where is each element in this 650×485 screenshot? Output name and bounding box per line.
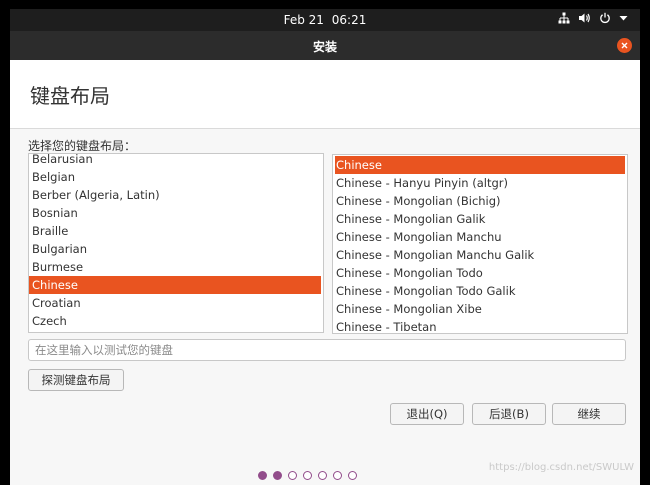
page-header: 键盘布局 [10, 60, 640, 129]
quit-button[interactable]: 退出(Q) [390, 403, 464, 425]
variant-list-item[interactable]: Chinese - Mongolian Manchu [333, 228, 627, 246]
layout-list-item[interactable]: Braille [29, 222, 323, 240]
dropdown-arrow-icon[interactable] [619, 12, 628, 24]
progress-dot [258, 471, 267, 480]
variant-list-item[interactable]: Chinese - Mongolian Xibe [333, 300, 627, 318]
layout-list-item[interactable]: Czech [29, 312, 323, 330]
keyboard-layout-items: Belarusian Belgian Berber (Algeria, Latin)… [29, 154, 323, 330]
back-button[interactable]: 后退(B) [472, 403, 546, 425]
page-title: 键盘布局 [30, 84, 110, 108]
keyboard-layout-list[interactable]: Belarusian Belgian Berber (Algeria, Latin)… [28, 153, 324, 333]
system-tray[interactable] [558, 12, 628, 24]
keyboard-variant-items: Chinese Chinese - Hanyu Pinyin (altgr) Chi… [333, 156, 627, 333]
watermark: https://blog.csdn.net/SWULW [488, 462, 634, 473]
clock[interactable]: Feb 21 06:21 [10, 13, 640, 27]
progress-dot [348, 471, 357, 480]
progress-dot [318, 471, 327, 480]
layout-list-item[interactable]: Berber (Algeria, Latin) [29, 186, 323, 204]
installer-content: 键盘布局 选择您的键盘布局： Belarusian Belgian Berber (… [10, 60, 640, 485]
layout-list-item[interactable]: Chinese [29, 276, 321, 294]
variant-list-item[interactable]: Chinese - Mongolian Todo Galik [333, 282, 627, 300]
progress-dot [288, 471, 297, 480]
variant-list-item[interactable]: Chinese - Mongolian Manchu Galik [333, 246, 627, 264]
variant-list-item[interactable]: Chinese - Hanyu Pinyin (altgr) [333, 174, 627, 192]
layout-list-item[interactable]: Belarusian [29, 154, 323, 168]
progress-dot [333, 471, 342, 480]
variant-list-item[interactable]: Chinese - Mongolian (Bichig) [333, 192, 627, 210]
layout-list-item[interactable]: Bulgarian [29, 240, 323, 258]
clock-date: Feb 21 [283, 13, 324, 27]
variant-list-item[interactable]: Chinese - Mongolian Todo [333, 264, 627, 282]
variant-list-item[interactable]: Chinese - Tibetan [333, 318, 627, 333]
progress-dot [273, 471, 282, 480]
clock-time: 06:21 [331, 13, 367, 27]
keyboard-test-input[interactable] [28, 339, 626, 361]
continue-button[interactable]: 继续 [552, 403, 626, 425]
top-bar: Feb 21 06:21 [10, 9, 640, 31]
progress-dot [303, 471, 312, 480]
layout-list-item[interactable]: Belgian [29, 168, 323, 186]
power-icon[interactable] [599, 12, 611, 24]
detect-layout-button[interactable]: 探测键盘布局 [28, 369, 124, 391]
layout-list-item[interactable]: Croatian [29, 294, 323, 312]
window-titlebar: 安装 [10, 31, 640, 60]
progress-dots [258, 471, 357, 480]
window-close-button[interactable] [617, 38, 632, 53]
layout-list-item[interactable]: Bosnian [29, 204, 323, 222]
variant-list-item[interactable]: Chinese - Mongolian Galik [333, 210, 627, 228]
close-icon [621, 42, 628, 49]
window-title: 安装 [312, 40, 337, 54]
volume-icon[interactable] [578, 12, 591, 24]
network-icon[interactable] [558, 12, 570, 24]
layout-list-item[interactable]: Burmese [29, 258, 323, 276]
keyboard-variant-list[interactable]: Chinese Chinese - Hanyu Pinyin (altgr) Chi… [332, 154, 628, 334]
layout-prompt: 选择您的键盘布局： [28, 139, 137, 153]
variant-list-item[interactable]: Chinese [335, 156, 625, 174]
